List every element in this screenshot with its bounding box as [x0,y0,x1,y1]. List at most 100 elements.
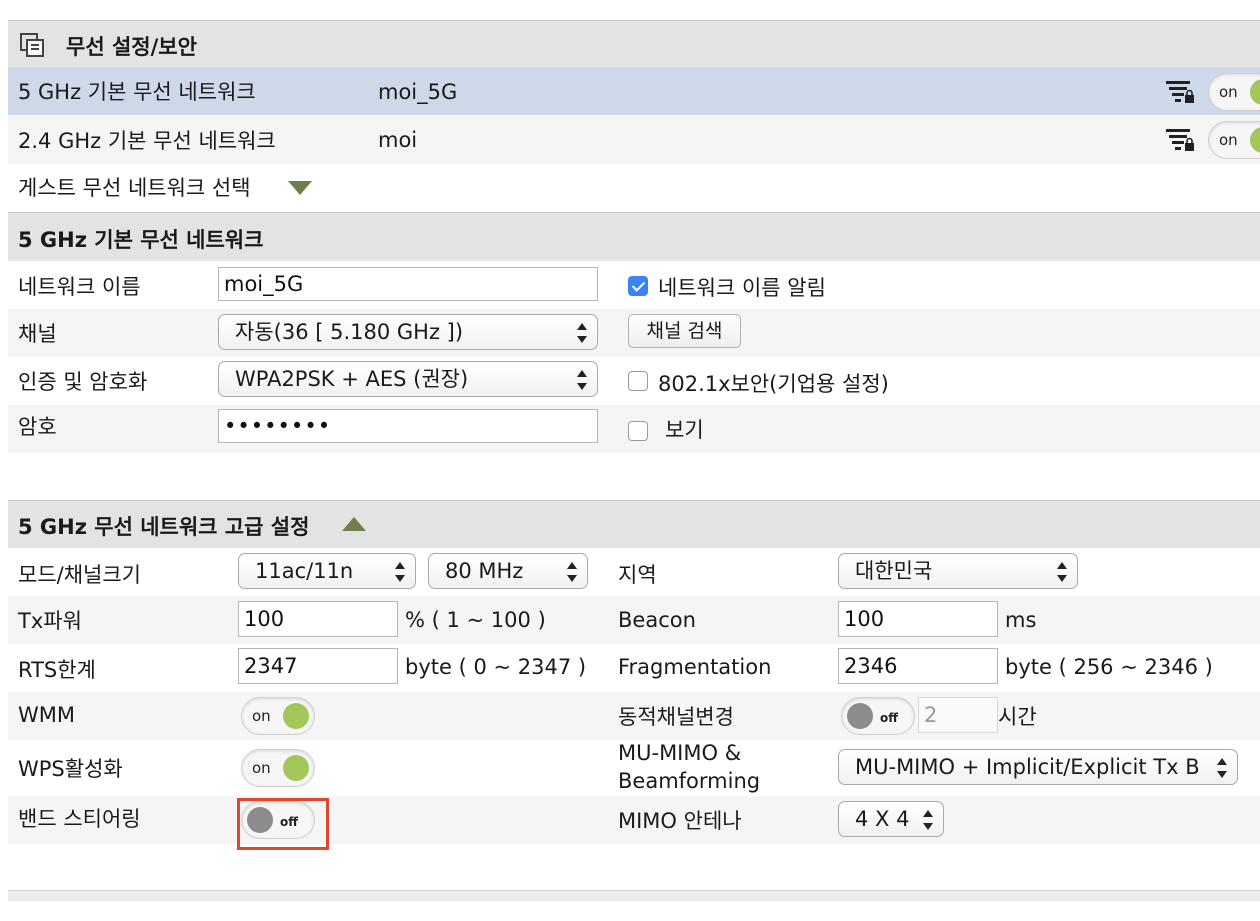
select-arrows-icon [1057,562,1067,582]
channel-label: 채널 [18,322,57,346]
region-label: 지역 [618,563,657,587]
dynamic-channel-hours-input[interactable] [918,697,998,733]
channel-width-select[interactable]: 80 MHz [428,553,588,589]
mimo-antenna-select[interactable]: 4 X 4 [838,801,944,837]
auth-row: 인증 및 암호화 WPA2PSK + AES (권장) 802.1x보안(기업용… [8,357,1260,405]
toggle-text: on [252,759,271,777]
toggle-knob [1250,127,1260,153]
mode-value: 11ac/11n [255,559,354,583]
network-band-label: 5 GHz 기본 무선 네트워크 [18,80,256,104]
fragmentation-input[interactable] [838,648,998,684]
channel-scan-button[interactable]: 채널 검색 [628,314,741,348]
channel-select[interactable]: 자동(36 [ 5.180 GHz ]) [218,314,598,350]
mimo-antenna-value: 4 X 4 [855,807,910,831]
dynamic-channel-toggle[interactable]: off [841,697,915,735]
mode-row: 모드/채널크기 11ac/11n 80 MHz 지역 대한민국 [8,548,1260,596]
toggle-knob [847,703,873,729]
select-arrows-icon [923,810,933,830]
collapse-up-icon[interactable] [342,517,366,531]
show-password-label: 보기 [665,418,704,442]
beacon-input[interactable] [838,601,998,637]
select-arrows-icon [1217,758,1227,778]
select-arrows-icon [567,562,577,582]
wifi-filter-lock-icon[interactable] [1166,79,1196,105]
advanced-section-title: 5 GHz 무선 네트워크 고급 설정 [18,515,310,539]
tx-power-label: Tx파워 [18,609,82,633]
network-name-row: 네트워크 이름 네트워크 이름 알림 [8,261,1260,309]
auth-select[interactable]: WPA2PSK + AES (권장) [218,361,598,397]
network-row-24ghz[interactable]: 2.4 GHz 기본 무선 네트워크 moi on [8,116,1260,164]
select-arrows-icon [577,323,587,343]
toggle-text: off [280,815,298,829]
rts-row: RTS한계 byte ( 0 ~ 2347 ) Fragmentation by… [8,644,1260,692]
auth-value: WPA2PSK + AES (권장) [235,367,469,391]
beacon-unit: ms [1005,608,1037,632]
auth-label: 인증 및 암호화 [18,370,148,394]
band-steering-toggle[interactable]: off [241,801,315,839]
mimo-antenna-label: MIMO 안테나 [618,809,742,833]
toggle-knob [283,755,309,781]
toggle-text: on [252,707,271,725]
tx-power-input[interactable] [238,601,398,637]
wps-toggle[interactable]: on [241,749,315,787]
enterprise-security-checkbox[interactable] [628,371,648,391]
beacon-label: Beacon [618,608,696,632]
wps-row: WPS활성화 on MU-MIMO & Beamforming MU-MIMO … [8,740,1260,796]
show-password-checkbox[interactable] [628,421,648,441]
band-steering-row: 밴드 스티어링 off MIMO 안테나 4 X 4 [8,796,1260,850]
window-stack-icon [20,33,44,57]
network-band-label: 2.4 GHz 기본 무선 네트워크 [18,129,276,153]
toggle-knob [283,703,309,729]
select-arrows-icon [395,562,405,582]
mode-select[interactable]: 11ac/11n [238,553,416,589]
guest-network-row[interactable]: 게스트 무선 네트워크 선택 [8,164,1260,212]
basic-section-header: 5 GHz 기본 무선 네트워크 [8,212,1260,262]
dynamic-channel-label: 동적채널변경 [618,705,734,729]
channel-width-value: 80 MHz [445,559,524,583]
region-value: 대한민국 [855,559,933,583]
mode-label: 모드/채널크기 [18,563,141,587]
fragmentation-unit: byte ( 256 ~ 2346 ) [1005,655,1213,679]
tx-power-unit: % ( 1 ~ 100 ) [405,608,546,632]
network-24ghz-toggle[interactable]: on [1208,121,1260,159]
expand-down-icon[interactable] [288,181,312,195]
toggle-text: off [880,711,898,725]
wps-label: WPS활성화 [18,757,123,781]
toggle-knob [247,807,273,833]
dynamic-channel-unit: 시간 [998,705,1037,729]
channel-row: 채널 자동(36 [ 5.180 GHz ]) 채널 검색 [8,309,1260,357]
network-name-input[interactable] [218,267,598,301]
channel-value: 자동(36 [ 5.180 GHz ]) [235,320,464,344]
panel-title: 무선 설정/보안 [66,35,197,59]
mu-mimo-label-line2: Beamforming [618,769,761,793]
password-label: 암호 [18,415,57,439]
rts-input[interactable] [238,648,398,684]
network-row-5ghz[interactable]: 5 GHz 기본 무선 네트워크 moi_5G on [8,67,1260,115]
fragmentation-label: Fragmentation [618,655,772,679]
advanced-section-header[interactable]: 5 GHz 무선 네트워크 고급 설정 [8,500,1260,550]
wmm-toggle[interactable]: on [241,697,315,735]
tx-power-row: Tx파워 % ( 1 ~ 100 ) Beacon ms [8,596,1260,644]
network-ssid: moi_5G [378,80,458,104]
password-row: 암호 보기 [8,405,1260,453]
guest-network-label: 게스트 무선 네트워크 선택 [18,176,251,200]
next-section-header [8,890,1260,901]
network-5ghz-toggle[interactable]: on [1208,73,1260,111]
mu-mimo-label-line1: MU-MIMO & [618,741,742,765]
rts-label: RTS한계 [18,658,96,682]
band-steering-label: 밴드 스티어링 [18,807,141,831]
broadcast-name-checkbox[interactable] [628,276,648,296]
broadcast-name-label: 네트워크 이름 알림 [658,276,826,300]
password-input[interactable] [218,409,598,443]
region-select[interactable]: 대한민국 [838,553,1078,589]
toggle-text: on [1219,83,1238,101]
network-name-label: 네트워크 이름 [18,275,141,299]
basic-section-title: 5 GHz 기본 무선 네트워크 [18,228,264,252]
wmm-label: WMM [18,703,76,727]
panel-header: 무선 설정/보안 [8,20,1260,68]
toggle-text: on [1219,131,1238,149]
wifi-filter-lock-icon[interactable] [1166,127,1196,153]
mu-mimo-select[interactable]: MU-MIMO + Implicit/Explicit Tx B [838,749,1238,785]
enterprise-security-label: 802.1x보안(기업용 설정) [658,372,889,396]
select-arrows-icon [577,370,587,390]
